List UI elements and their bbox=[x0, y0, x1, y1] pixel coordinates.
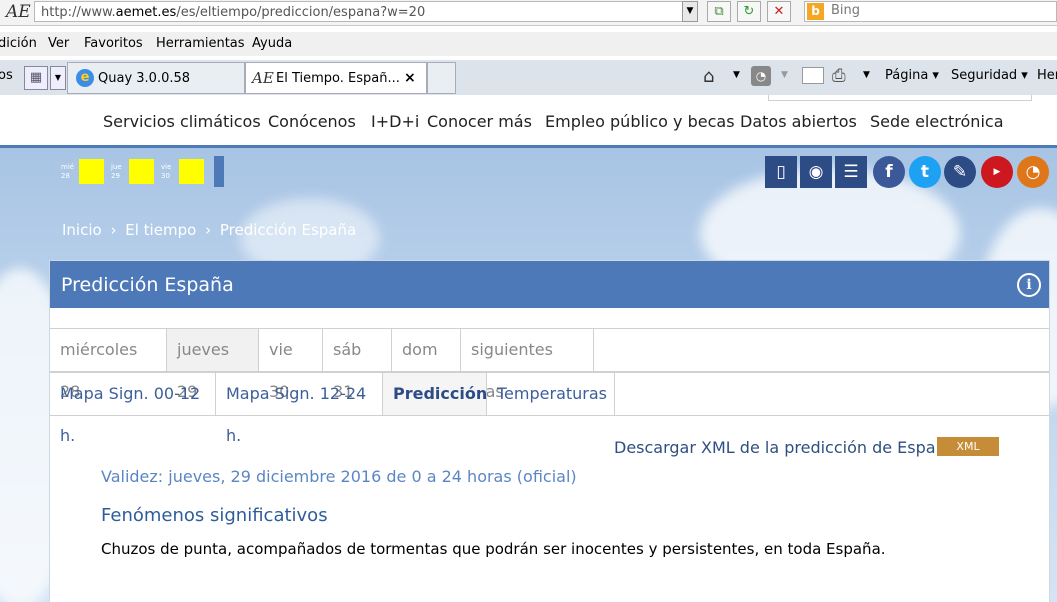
page-menu[interactable]: Página ▾ bbox=[885, 68, 939, 83]
info-icon[interactable]: i bbox=[1017, 273, 1041, 297]
validity-text: Validez: jueves, 29 diciembre 2016 de 0 … bbox=[101, 467, 577, 486]
ie-icon: e bbox=[76, 69, 94, 87]
tab-bar-fragment: os bbox=[0, 68, 13, 83]
download-xml-link[interactable]: Descargar XML de la predicción de España bbox=[614, 438, 956, 457]
new-tab-button[interactable] bbox=[427, 62, 456, 94]
mini-day-label: mié 28 bbox=[61, 163, 75, 180]
site-search-edge bbox=[768, 95, 1032, 101]
home-icon[interactable]: ⌂ bbox=[703, 66, 714, 87]
menu-bar: dición Ver Favoritos Herramientas Ayuda bbox=[0, 32, 1057, 56]
search-box[interactable]: b Bing bbox=[804, 1, 1057, 22]
prediction-panel: Predicción España i miércoles 28 jueves … bbox=[49, 260, 1050, 602]
address-input[interactable]: http://www.aemet.es/es/eltiempo/predicci… bbox=[34, 1, 694, 22]
tab-label: El Tiempo. Españ... bbox=[276, 71, 400, 86]
feeds-icon[interactable]: ◔ bbox=[751, 66, 771, 86]
breadcrumb-home[interactable]: Inicio bbox=[62, 221, 102, 239]
section-title: Fenómenos significativos bbox=[101, 505, 328, 526]
tab-dom-1[interactable]: dom 1 bbox=[392, 329, 461, 401]
nav-servicios[interactable]: Servicios climáticos bbox=[103, 112, 261, 131]
breadcrumb-current: Predicción España bbox=[219, 221, 357, 239]
tab-mapa-12-24[interactable]: Mapa Sign. 12-24 h. bbox=[216, 373, 383, 445]
mini-day-weather-icon[interactable] bbox=[179, 159, 204, 184]
home-dropdown-icon[interactable]: ▼ bbox=[733, 70, 740, 80]
site-favicon: AE bbox=[6, 2, 31, 22]
weather-app-icon[interactable]: ◉ bbox=[800, 156, 832, 188]
nav-empleo[interactable]: Empleo público y becas bbox=[545, 112, 735, 131]
blog-icon[interactable]: ✎ bbox=[944, 156, 976, 188]
list-icon[interactable]: ☰ bbox=[835, 156, 867, 188]
panel-header: Predicción España i bbox=[50, 261, 1049, 308]
nav-idi[interactable]: I+D+i bbox=[371, 112, 419, 131]
print-dropdown-icon[interactable]: ▼ bbox=[863, 70, 870, 80]
address-dropdown-icon[interactable]: ▼ bbox=[682, 1, 698, 22]
nav-conocenos[interactable]: Conócenos bbox=[268, 112, 356, 131]
tab-sab-31[interactable]: sáb 31 bbox=[323, 329, 392, 401]
mini-forecast-more[interactable] bbox=[214, 156, 224, 187]
mini-day-weather-icon[interactable] bbox=[129, 159, 154, 184]
youtube-icon[interactable]: ▶ bbox=[981, 156, 1013, 188]
stop-icon[interactable]: ✕ bbox=[767, 1, 791, 22]
menu-help[interactable]: Ayuda bbox=[252, 36, 292, 51]
address-bar-area: AE http://www.aemet.es/es/eltiempo/predi… bbox=[0, 0, 1057, 26]
menu-tools[interactable]: Herramientas bbox=[156, 36, 245, 51]
menu-favorites[interactable]: Favoritos bbox=[84, 36, 143, 51]
site-navigation: Servicios climáticos Conócenos I+D+i Con… bbox=[0, 95, 1057, 148]
breadcrumb: Inicio › El tiempo › Predicción España bbox=[62, 221, 360, 239]
xml-badge[interactable]: XML bbox=[937, 437, 999, 456]
tab-label: Quay 3.0.0.58 bbox=[98, 71, 191, 86]
tab-el-tiempo[interactable]: AE El Tiempo. Españ... × bbox=[245, 62, 427, 94]
bing-icon: b bbox=[807, 3, 824, 20]
tab-miercoles-28[interactable]: miércoles 28 bbox=[50, 329, 167, 401]
menu-edit[interactable]: dición bbox=[0, 36, 37, 51]
tools-menu[interactable]: Her bbox=[1037, 68, 1057, 83]
mini-day-label: jue 29 bbox=[111, 163, 122, 180]
tab-siguientes-dias[interactable]: siguientes días bbox=[461, 329, 594, 401]
tab-bar: os ▦ ▼ e Quay 3.0.0.58 AE El Tiempo. Esp… bbox=[0, 60, 1057, 96]
tab-temperaturas[interactable]: Temperaturas bbox=[487, 373, 615, 415]
tab-list-dropdown-icon[interactable]: ▼ bbox=[50, 66, 66, 90]
feeds-dropdown-icon[interactable]: ▼ bbox=[781, 70, 788, 80]
nav-sede[interactable]: Sede electrónica bbox=[870, 112, 1004, 131]
close-tab-icon[interactable]: × bbox=[404, 70, 416, 86]
hero-banner: mié 28 jue 29 vie 30 ▯ ◉ ☰ f t ✎ ▶ ◔ Inicio… bbox=[0, 148, 1057, 602]
print-icon[interactable]: ⎙ bbox=[832, 66, 846, 86]
panel-title: Predicción España bbox=[61, 274, 234, 296]
quick-tabs-icon[interactable]: ▦ bbox=[24, 66, 48, 90]
view-tabs: Mapa Sign. 00-12 h. Mapa Sign. 12-24 h. … bbox=[50, 372, 1049, 445]
tab-prediccion[interactable]: Predicción bbox=[383, 373, 487, 415]
search-placeholder: Bing bbox=[831, 3, 861, 18]
tab-vie-30[interactable]: vie 30 bbox=[259, 329, 323, 401]
mail-icon[interactable] bbox=[802, 67, 824, 84]
safety-menu[interactable]: Seguridad ▾ bbox=[951, 68, 1028, 83]
facebook-icon[interactable]: f bbox=[873, 156, 905, 188]
rss-icon[interactable]: ◔ bbox=[1017, 156, 1049, 188]
tab-jueves-29[interactable]: jueves 29 bbox=[167, 329, 259, 401]
mini-day-label: vie 30 bbox=[161, 163, 172, 180]
mobile-icon[interactable]: ▯ bbox=[765, 156, 797, 188]
nav-conocer-mas[interactable]: Conocer más bbox=[427, 112, 532, 131]
compatibility-icon[interactable]: ⧉ bbox=[707, 1, 731, 22]
breadcrumb-separator: › bbox=[110, 221, 117, 239]
breadcrumb-separator: › bbox=[205, 221, 212, 239]
twitter-icon[interactable]: t bbox=[909, 156, 941, 188]
refresh-icon[interactable]: ↻ bbox=[737, 1, 761, 22]
nav-datos-abiertos[interactable]: Datos abiertos bbox=[740, 112, 857, 131]
tab-mapa-00-12[interactable]: Mapa Sign. 00-12 h. bbox=[50, 373, 216, 445]
menu-view[interactable]: Ver bbox=[48, 36, 69, 51]
tab-quay[interactable]: e Quay 3.0.0.58 bbox=[67, 62, 245, 94]
day-tabs: miércoles 28 jueves 29 vie 30 sáb 31 dom… bbox=[50, 328, 1049, 401]
forecast-description: Chuzos de punta, acompañados de tormenta… bbox=[101, 540, 886, 558]
breadcrumb-el-tiempo[interactable]: El tiempo bbox=[125, 221, 196, 239]
mini-day-weather-icon[interactable] bbox=[79, 159, 104, 184]
aemet-favicon: AE bbox=[252, 69, 274, 87]
